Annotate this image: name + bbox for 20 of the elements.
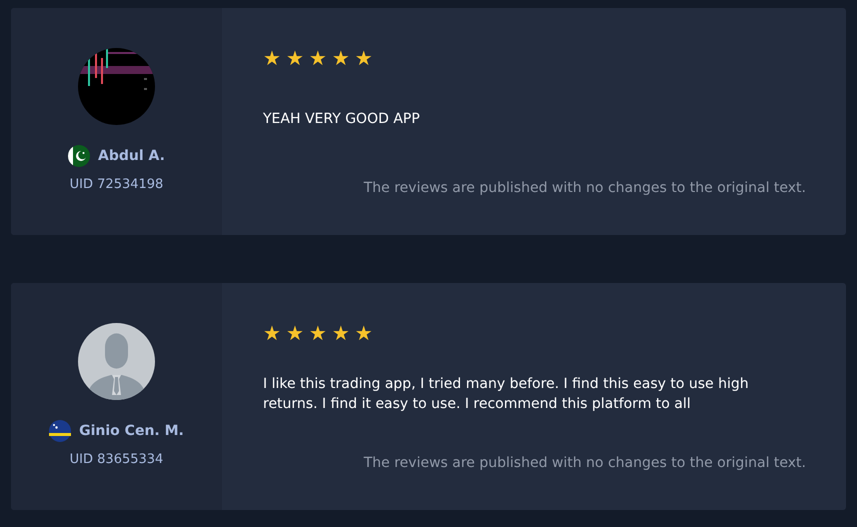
disclaimer-text: The reviews are published with no changes to the original text.	[362, 454, 806, 473]
star-icon: ★	[308, 48, 327, 68]
star-icon: ★	[263, 48, 281, 68]
star-icon: ★	[263, 323, 281, 343]
review-text: I like this trading app, I tried many before. I find this easy to use high returns. I find it easy to use. I recommend this platform to all	[263, 375, 750, 414]
disclaimer-text: The reviews are published with no changes to the original text.	[362, 179, 806, 198]
star-icon: ★	[286, 323, 304, 343]
review-text: YEAH VERY GOOD APP	[263, 110, 420, 129]
flag-icon	[49, 420, 72, 442]
reviewer-name: Ginio Cen. M.	[79, 422, 184, 440]
star-icon: ★	[332, 323, 350, 343]
star-icon: ★	[332, 48, 350, 68]
star-icon: ★	[354, 323, 373, 343]
star-icon: ★	[354, 48, 373, 68]
user-id: UID 83655334	[70, 451, 164, 469]
reviewer-name: Abdul A.	[98, 146, 165, 166]
star-icon: ★	[286, 48, 304, 68]
user-id: UID 72534198	[70, 176, 164, 194]
star-icon: ★	[308, 323, 327, 343]
flag-icon	[68, 145, 90, 167]
